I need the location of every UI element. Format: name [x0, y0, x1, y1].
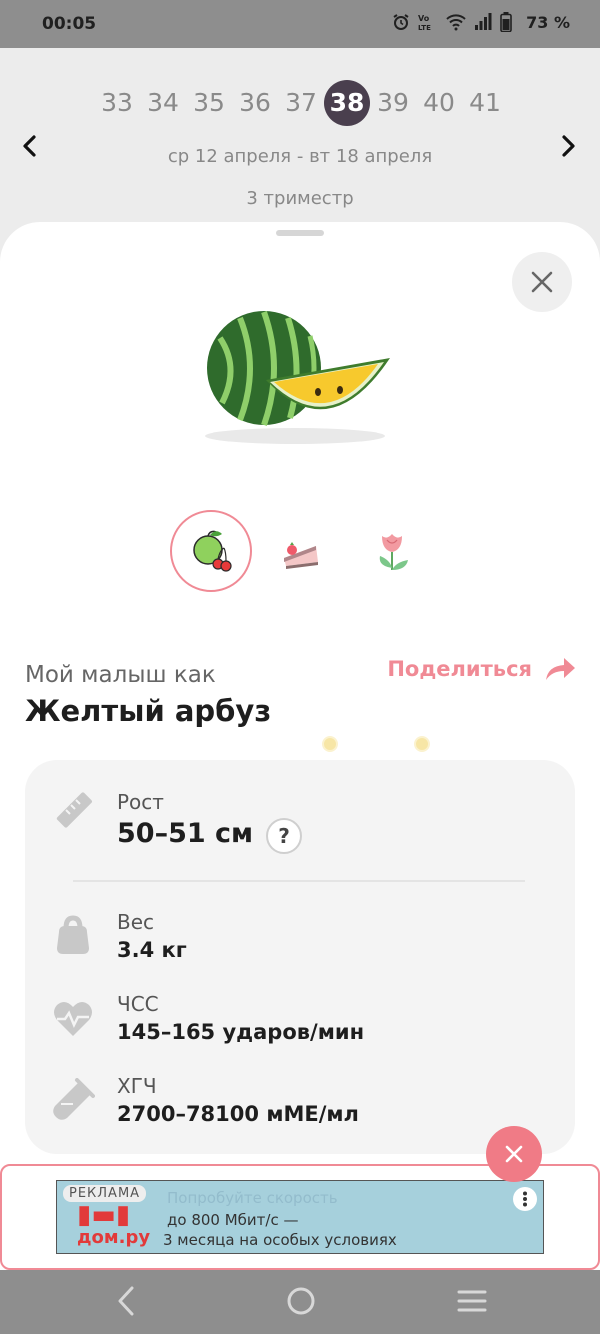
ad-close-button[interactable] — [486, 1126, 542, 1182]
home-button[interactable] — [286, 1284, 316, 1322]
share-button[interactable]: Поделиться — [387, 656, 576, 682]
new-badge-dot — [414, 736, 430, 752]
flower-icon — [379, 534, 408, 570]
battery-percent: 73 % — [526, 12, 570, 32]
close-icon — [531, 271, 553, 293]
week-41[interactable]: 41 — [462, 80, 508, 126]
week-36[interactable]: 36 — [232, 80, 278, 126]
system-nav-bar — [0, 1270, 600, 1334]
trimester-label: 3 триместр — [246, 188, 354, 209]
test-tube-icon — [53, 1078, 95, 1120]
week-37[interactable]: 37 — [278, 80, 324, 126]
ad-line-2: до 800 Мбит/с — — [167, 1211, 299, 1229]
share-arrow-icon — [546, 658, 575, 680]
svg-text:Vo: Vo — [418, 14, 430, 23]
week-33[interactable]: 33 — [94, 80, 140, 126]
heart-rate-icon — [54, 1001, 92, 1036]
close-icon — [505, 1145, 523, 1163]
baby-size-name: Желтый арбуз — [25, 694, 272, 728]
ad-line-1: Попробуйте скорость — [167, 1189, 338, 1207]
new-badge-dot — [322, 736, 338, 752]
ad-brand-logo: ▮▬▮ дом.ру — [77, 1200, 151, 1248]
height-help-button[interactable]: ? — [266, 818, 302, 854]
category-food-button[interactable] — [262, 512, 340, 590]
fruit-icon — [193, 530, 232, 572]
svg-text:LTE: LTE — [418, 24, 431, 31]
weight-label: Вес — [117, 910, 155, 934]
ad-tag: РЕКЛАМА — [63, 1185, 147, 1202]
baby-size-sheet: Мой малыш как Желтый арбуз Поделиться Ро… — [0, 222, 600, 1270]
weight-value: 3.4 кг — [117, 938, 187, 962]
share-label: Поделиться — [387, 657, 532, 681]
week-34[interactable]: 34 — [140, 80, 186, 126]
week-date-range: ср 12 апреля - вт 18 апреля — [167, 146, 433, 167]
week-list: 33 34 35 36 37 38 39 40 41 — [94, 80, 508, 126]
hcg-value: 2700–78100 мМЕ/мл — [117, 1102, 359, 1126]
cake-icon — [284, 542, 318, 569]
alarm-icon — [393, 14, 409, 30]
baby-size-caption: Мой малыш как — [25, 662, 216, 688]
recents-button[interactable] — [456, 1284, 488, 1322]
more-vertical-icon — [523, 1191, 527, 1207]
watermelon-image — [205, 310, 390, 444]
week-39[interactable]: 39 — [370, 80, 416, 126]
heart-rate-label: ЧСС — [117, 992, 159, 1016]
stats-divider — [73, 880, 525, 882]
wifi-icon — [446, 14, 466, 31]
ruler-icon — [56, 792, 92, 828]
back-icon — [118, 1286, 134, 1316]
status-time: 00:05 — [42, 14, 97, 34]
status-bar: 00:05 Vo LTE 73 % — [0, 0, 600, 48]
hcg-label: ХГЧ — [117, 1074, 157, 1098]
weight-icon — [57, 915, 89, 954]
ad-more-options-button[interactable] — [513, 1187, 537, 1211]
sheet-drag-handle[interactable] — [276, 230, 324, 236]
week-40[interactable]: 40 — [416, 80, 462, 126]
height-value: 50–51 см — [117, 818, 254, 849]
home-circle-icon — [287, 1287, 315, 1315]
category-flower-button[interactable] — [354, 512, 432, 590]
height-label: Рост — [117, 790, 164, 814]
week-navigator: 33 34 35 36 37 38 39 40 41 ср 12 апреля … — [0, 48, 600, 228]
ad-brand-name: дом.ру — [77, 1227, 151, 1248]
volte-icon: VoLTE — [418, 14, 431, 31]
category-fruit-button[interactable] — [170, 510, 252, 592]
heart-rate-value: 145–165 ударов/мин — [117, 1020, 365, 1044]
ad-line-3: 3 месяца на особых условиях — [163, 1231, 397, 1249]
battery-icon — [500, 12, 512, 32]
status-icons: Vo LTE 73 % — [392, 12, 570, 32]
ad-banner[interactable]: ▮▬▮ дом.ру РЕКЛАМА Попробуйте скорость д… — [56, 1180, 544, 1254]
menu-lines-icon — [457, 1290, 487, 1312]
week-38-active[interactable]: 38 — [324, 80, 370, 126]
back-button[interactable] — [114, 1284, 138, 1322]
stats-card: Рост 50–51 см ? Вес 3.4 кг ЧСС 145–165 у… — [25, 760, 575, 1154]
close-sheet-button[interactable] — [512, 252, 572, 312]
signal-icon — [475, 13, 492, 30]
week-35[interactable]: 35 — [186, 80, 232, 126]
